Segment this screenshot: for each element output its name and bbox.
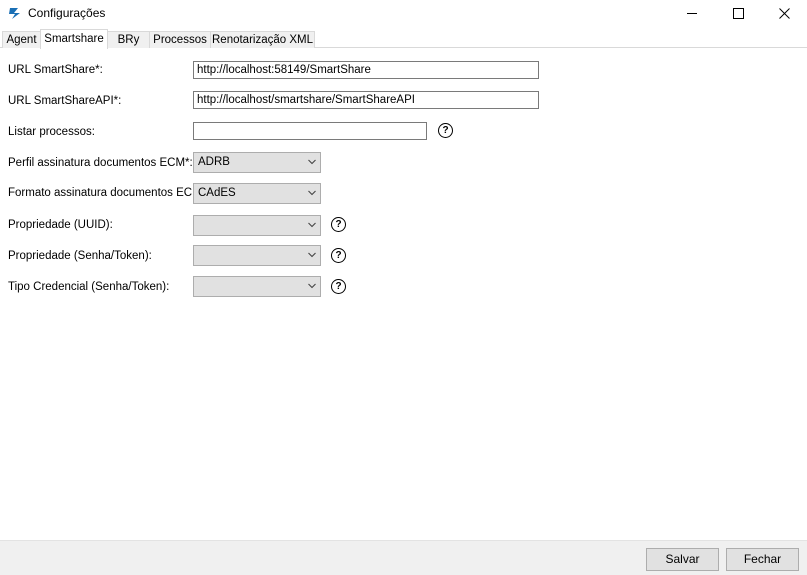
propriedade-senha-label: Propriedade (Senha/Token): <box>8 250 152 262</box>
perfil-assinatura-label: Perfil assinatura documentos ECM*: <box>8 157 193 169</box>
maximize-button[interactable] <box>715 0 761 26</box>
chevron-down-icon <box>308 222 316 228</box>
minimize-button[interactable] <box>669 0 715 26</box>
url-smartshare-label: URL SmartShare*: <box>8 64 103 76</box>
propriedade-uuid-help-icon[interactable]: ? <box>331 217 346 232</box>
chevron-down-icon <box>308 190 316 196</box>
chevron-down-icon <box>308 252 316 258</box>
perfil-assinatura-select[interactable]: ADRB <box>193 152 321 173</box>
smartshare-logo-icon <box>9 8 20 19</box>
url-smartshare-input[interactable]: http://localhost:58149/SmartShare <box>193 61 539 79</box>
listar-processos-label: Listar processos: <box>8 126 95 138</box>
maximize-icon <box>732 7 744 19</box>
window-title: Configurações <box>28 6 106 20</box>
minimize-icon <box>687 13 697 14</box>
propriedade-senha-help-icon[interactable]: ? <box>331 248 346 263</box>
tipo-credencial-help-icon[interactable]: ? <box>331 279 346 294</box>
save-button[interactable]: Salvar <box>646 548 719 571</box>
perfil-assinatura-value: ADRB <box>198 156 230 168</box>
tab-agent[interactable]: Agent <box>2 31 41 48</box>
close-icon <box>778 7 790 19</box>
formato-assinatura-label: Formato assinatura documentos ECM: <box>8 187 205 199</box>
title-bar: Configurações <box>0 0 807 27</box>
chevron-down-icon <box>308 159 316 165</box>
close-button[interactable] <box>761 0 807 26</box>
tipo-credencial-label: Tipo Credencial (Senha/Token): <box>8 281 170 293</box>
url-smartshare-api-label: URL SmartShareAPI*: <box>8 95 122 107</box>
listar-processos-help-icon[interactable]: ? <box>438 123 453 138</box>
tab-bry[interactable]: BRy <box>107 31 150 48</box>
tipo-credencial-select[interactable] <box>193 276 321 297</box>
formato-assinatura-value: CAdES <box>198 187 236 199</box>
formato-assinatura-select[interactable]: CAdES <box>193 183 321 204</box>
propriedade-uuid-select[interactable] <box>193 215 321 236</box>
tab-renotarizacao-xml[interactable]: Renotarização XML <box>210 31 315 48</box>
tab-processos[interactable]: Processos <box>149 31 211 48</box>
propriedade-uuid-label: Propriedade (UUID): <box>8 219 113 231</box>
chevron-down-icon <box>308 283 316 289</box>
listar-processos-input[interactable] <box>193 122 427 140</box>
close-dialog-button[interactable]: Fechar <box>726 548 799 571</box>
url-smartshare-api-input[interactable]: http://localhost/smartshare/SmartShareAP… <box>193 91 539 109</box>
tab-smartshare[interactable]: Smartshare <box>40 29 108 49</box>
propriedade-senha-select[interactable] <box>193 245 321 266</box>
